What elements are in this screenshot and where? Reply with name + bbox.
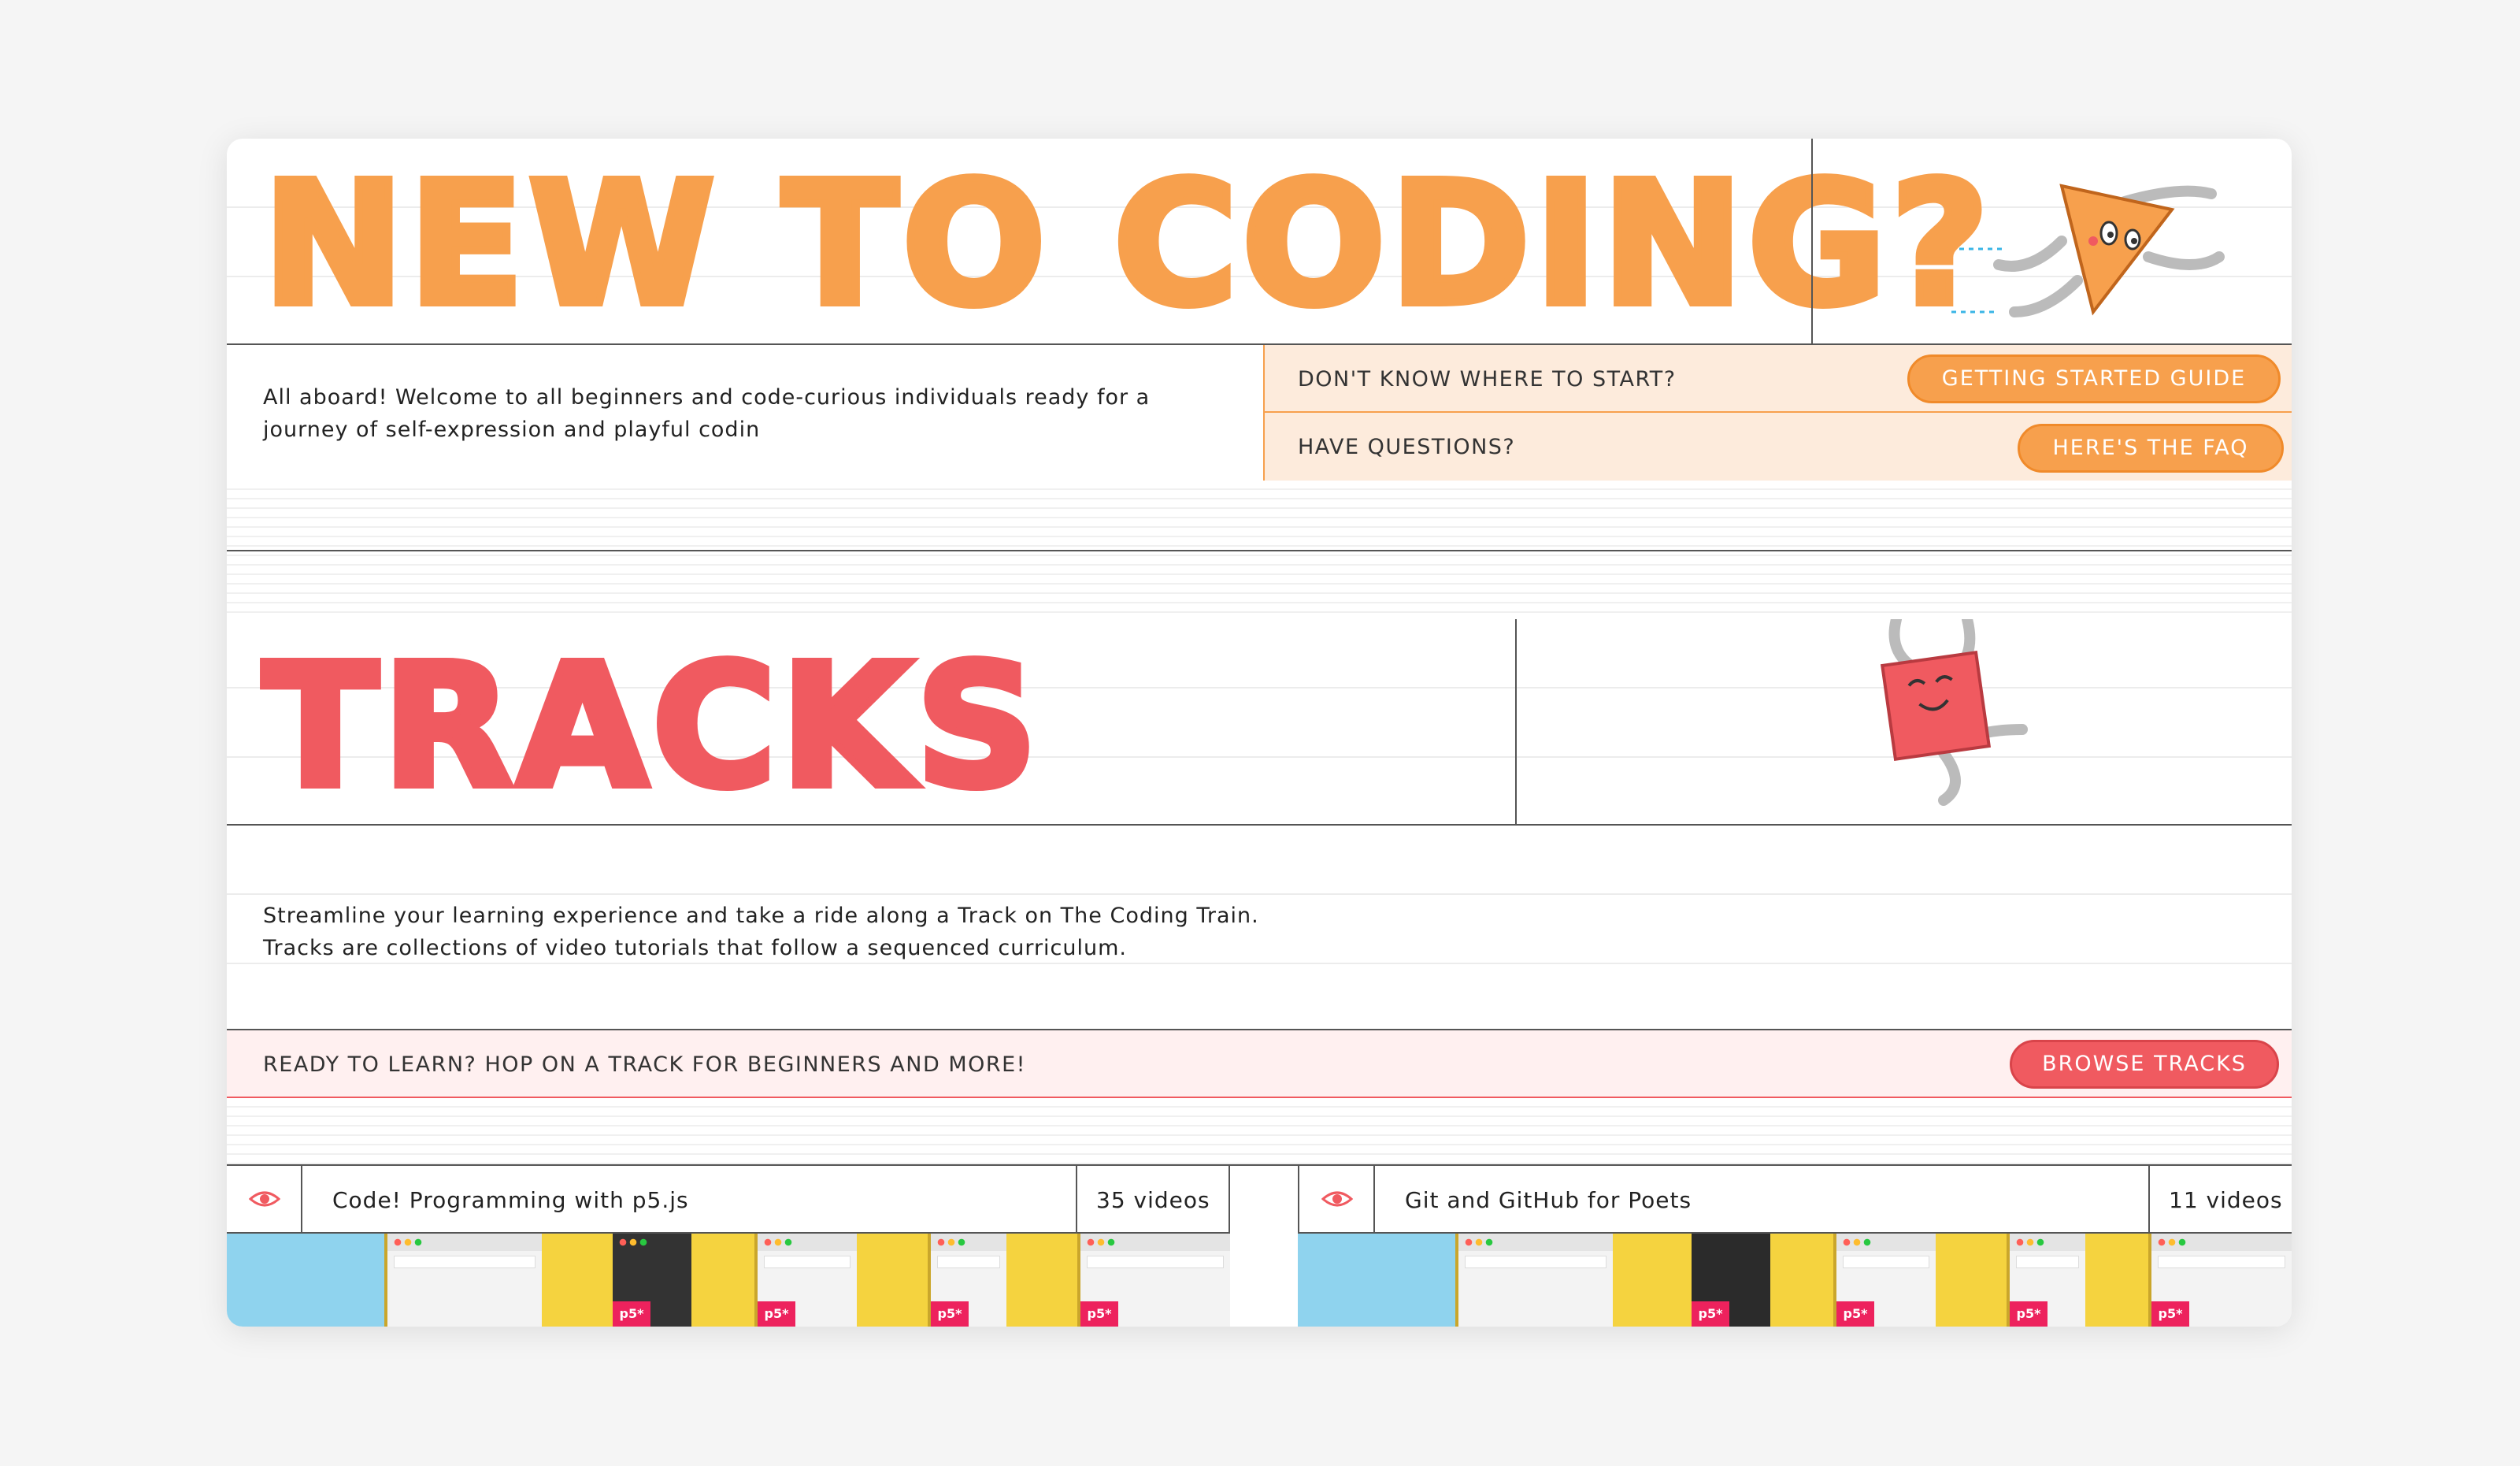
- browse-tracks-button[interactable]: BROWSE TRACKS: [2010, 1040, 2279, 1089]
- eye-cell: [1299, 1166, 1375, 1232]
- faq-button[interactable]: HERE'S THE FAQ: [2018, 424, 2284, 473]
- thumbnail: p5*: [928, 1234, 1006, 1327]
- p5-badge: p5*: [2010, 1301, 2048, 1327]
- p5-badge: p5*: [931, 1301, 969, 1327]
- thumbnail: [2085, 1234, 2148, 1327]
- track-thumbnail-strip-2[interactable]: p5* p5* p5* p5*: [1298, 1234, 2292, 1327]
- divider-line: [227, 550, 2292, 551]
- eye-cell: [227, 1166, 302, 1232]
- triangle-mascot-icon: [1951, 184, 2225, 317]
- thumbnail: [384, 1234, 542, 1327]
- eye-icon: [1321, 1191, 1353, 1207]
- thumbnail: p5*: [2148, 1234, 2292, 1327]
- hero-title: NEW TO CODING?: [259, 147, 1994, 343]
- video-count-cell: 11 videos: [2148, 1166, 2292, 1232]
- thumbnail: [857, 1234, 928, 1327]
- thumbnail: p5*: [2007, 1234, 2085, 1327]
- hero-section: NEW TO CODING?: [227, 139, 2292, 345]
- thumbnail: [1455, 1234, 1613, 1327]
- thumbnail: [542, 1234, 613, 1327]
- cta-panel: DON'T KNOW WHERE TO START? GETTING START…: [1263, 345, 2292, 481]
- cta-start-label: DON'T KNOW WHERE TO START?: [1298, 367, 1677, 392]
- thumbnail: [691, 1234, 754, 1327]
- thumbnail: [1770, 1234, 1833, 1327]
- track-card-2[interactable]: Git and GitHub for Poets 11 videos: [1298, 1166, 2292, 1234]
- p5-badge: p5*: [1080, 1301, 1118, 1327]
- ready-label: READY TO LEARN? HOP ON A TRACK FOR BEGIN…: [263, 1052, 1027, 1077]
- square-mascot-icon: [1880, 619, 2028, 806]
- cta-row-faq: HAVE QUESTIONS? HERE'S THE FAQ: [1265, 413, 2292, 481]
- thumbnail: [1298, 1234, 1455, 1327]
- getting-started-button[interactable]: GETTING STARTED GUIDE: [1907, 354, 2281, 403]
- p5-badge: p5*: [1836, 1301, 1874, 1327]
- track-name[interactable]: Code! Programming with p5.js: [332, 1187, 689, 1213]
- page-card: NEW TO CODING? All aboard! Welcome to al…: [227, 139, 2292, 1327]
- track-thumbnail-strip-1[interactable]: p5* p5* p5* p5*: [227, 1234, 1230, 1327]
- intro-text: All aboard! Welcome to all beginners and…: [263, 385, 1151, 442]
- tracks-header: TRACKS: [227, 619, 2292, 826]
- track-name[interactable]: Git and GitHub for Poets: [1405, 1187, 1692, 1213]
- hero-divider: [1811, 139, 1813, 345]
- p5-badge: p5*: [613, 1301, 650, 1327]
- video-count: 35 videos: [1096, 1187, 1210, 1213]
- thumbnail: p5*: [1833, 1234, 1936, 1327]
- cta-faq-label: HAVE QUESTIONS?: [1298, 435, 1516, 459]
- p5-badge: p5*: [1692, 1301, 1729, 1327]
- tracks-divider: [1515, 619, 1517, 826]
- tracks-description: Streamline your learning experience and …: [227, 826, 2292, 1030]
- video-count: 11 videos: [2169, 1187, 2283, 1213]
- intro-section: All aboard! Welcome to all beginners and…: [227, 345, 2292, 619]
- thumbnail: [227, 1234, 384, 1327]
- p5-badge: p5*: [2151, 1301, 2189, 1327]
- cta-row-start: DON'T KNOW WHERE TO START? GETTING START…: [1265, 345, 2292, 413]
- ready-row: READY TO LEARN? HOP ON A TRACK FOR BEGIN…: [227, 1030, 2292, 1098]
- tracks-description-text: Streamline your learning experience and …: [263, 900, 1523, 964]
- thumbnail: p5*: [1077, 1234, 1230, 1327]
- thumbnail: [1613, 1234, 1692, 1327]
- tracks-title: TRACKS: [259, 629, 1043, 825]
- thumbnail: p5*: [754, 1234, 857, 1327]
- track-card-1[interactable]: Code! Programming with p5.js 35 videos: [227, 1166, 1230, 1234]
- wave-divider-2: [227, 1098, 2292, 1166]
- p5-badge: p5*: [758, 1301, 795, 1327]
- thumbnail: p5*: [613, 1234, 691, 1327]
- tracks-desc-line2: Tracks are collections of video tutorial…: [263, 936, 1128, 960]
- video-count-cell: 35 videos: [1076, 1166, 1228, 1232]
- thumbnail: [1006, 1234, 1077, 1327]
- tracks-desc-line1: Streamline your learning experience and …: [263, 904, 1259, 928]
- thumbnail: [1936, 1234, 2007, 1327]
- eye-icon: [249, 1191, 280, 1207]
- thumbnail: p5*: [1692, 1234, 1770, 1327]
